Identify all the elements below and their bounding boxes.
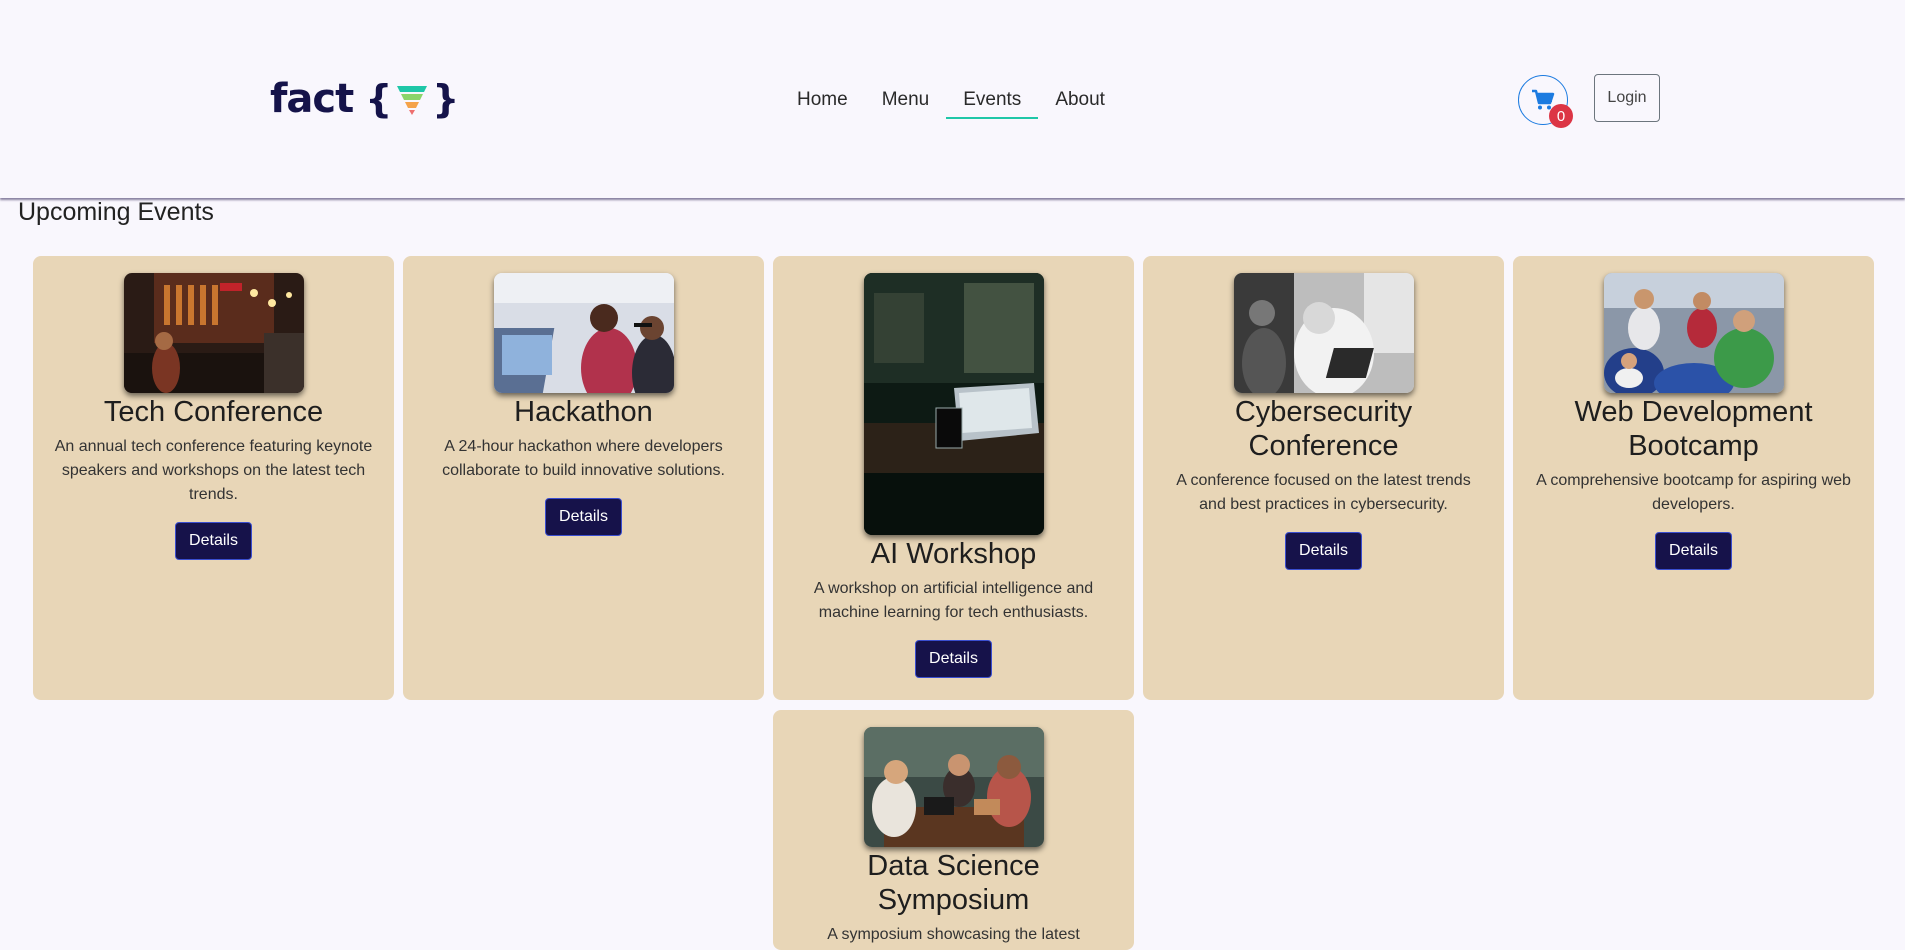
logo-text: fact [270, 76, 354, 122]
logo-brace-left: { [365, 77, 393, 121]
event-image [1603, 273, 1784, 393]
page-title: Upcoming Events [18, 198, 214, 226]
event-title: Data Science Symposium [867, 850, 1040, 916]
nav-menu[interactable]: Menu [865, 85, 947, 119]
logo-v-icon [397, 86, 428, 115]
event-image [1233, 273, 1414, 393]
event-title: Tech Conference [103, 396, 324, 428]
event-description: A 24-hour hackathon where developers col… [442, 438, 725, 479]
event-description: A symposium showcasing the latest [827, 926, 1080, 943]
event-card: Hackathon A 24-hour hackathon where deve… [403, 256, 764, 700]
site-header: fact { } Home Menu Events About 0 Login [0, 0, 1905, 198]
event-description: A conference focused on the latest trend… [1176, 472, 1471, 513]
event-image [123, 273, 304, 393]
nav-home[interactable]: Home [780, 85, 865, 119]
details-button[interactable]: Details [545, 498, 622, 536]
nav-about[interactable]: About [1038, 85, 1122, 119]
event-card: AI Workshop A workshop on artificial int… [773, 256, 1134, 700]
event-title: AI Workshop [870, 538, 1037, 570]
event-card: Data Science Symposium A symposium showc… [773, 710, 1134, 950]
event-description: A comprehensive bootcamp for aspiring we… [1536, 472, 1851, 513]
brand-logo[interactable]: fact { } [270, 76, 459, 122]
event-image [493, 273, 674, 393]
details-button[interactable]: Details [915, 640, 992, 678]
logo-mark: { } [365, 77, 459, 121]
event-title: Hackathon [514, 396, 653, 428]
event-title: Web Development Bootcamp [1574, 396, 1813, 462]
event-card: Web Development Bootcamp A comprehensive… [1513, 256, 1874, 700]
main-nav: Home Menu Events About [780, 85, 1122, 119]
nav-events[interactable]: Events [946, 85, 1039, 119]
login-button[interactable]: Login [1594, 74, 1660, 122]
event-image [863, 273, 1044, 535]
details-button[interactable]: Details [175, 522, 252, 560]
event-description: A workshop on artificial intelligence an… [813, 580, 1094, 621]
event-title: Cybersecurity Conference [1234, 396, 1413, 462]
cart-button[interactable]: 0 [1518, 75, 1573, 128]
event-image [863, 727, 1044, 847]
logo-brace-right: } [432, 77, 460, 121]
event-description: An annual tech conference featuring keyn… [54, 438, 373, 503]
event-card: Tech Conference An annual tech conferenc… [33, 256, 394, 700]
details-button[interactable]: Details [1285, 532, 1362, 570]
details-button[interactable]: Details [1655, 532, 1732, 570]
cart-count-badge: 0 [1549, 104, 1573, 128]
event-card: Cybersecurity Conference A conference fo… [1143, 256, 1504, 700]
